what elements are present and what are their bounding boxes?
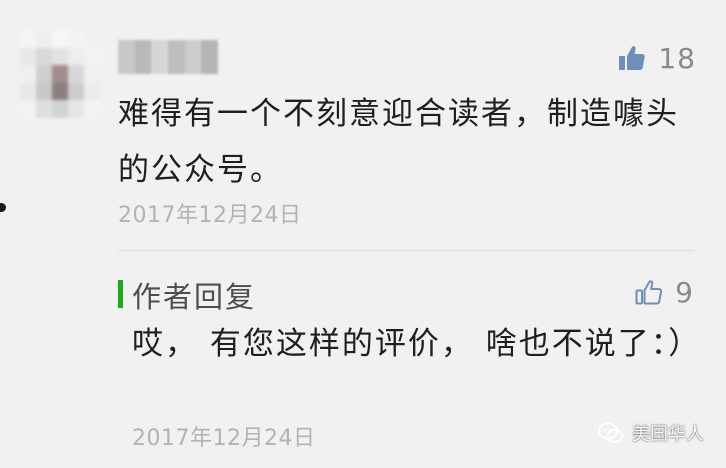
comment-screen: 18 难得有一个不刻意迎合读者，制造噱头的公众号。 2017年12月24日 作者… [0, 0, 726, 468]
reply-like-count: 9 [675, 275, 694, 309]
avatar[interactable] [20, 30, 100, 118]
nickname-blurred[interactable] [118, 40, 219, 74]
edge-marker [0, 203, 6, 212]
reply-like-button[interactable]: 9 [635, 274, 694, 310]
thumbs-up-filled-icon [619, 46, 646, 70]
thumbs-up-outline-icon [635, 280, 663, 305]
author-reply-label: 作者回复 [132, 280, 257, 314]
watermark: 美国华人 [598, 420, 704, 446]
reply-text: 哎， 有您这样的评价， 啥也不说了：） [132, 326, 702, 362]
comment-date: 2017年12月24日 [118, 203, 302, 228]
watermark-label: 美国华人 [632, 424, 704, 445]
divider [118, 250, 694, 251]
comment-text: 难得有一个不刻意迎合读者，制造噱头的公众号。 [118, 96, 679, 188]
wechat-icon [598, 422, 624, 443]
comment-like-button[interactable]: 18 [618, 40, 696, 76]
reply-date: 2017年12月24日 [132, 426, 316, 451]
reply-accent-bar [118, 280, 123, 308]
comment-like-count: 18 [658, 41, 696, 75]
